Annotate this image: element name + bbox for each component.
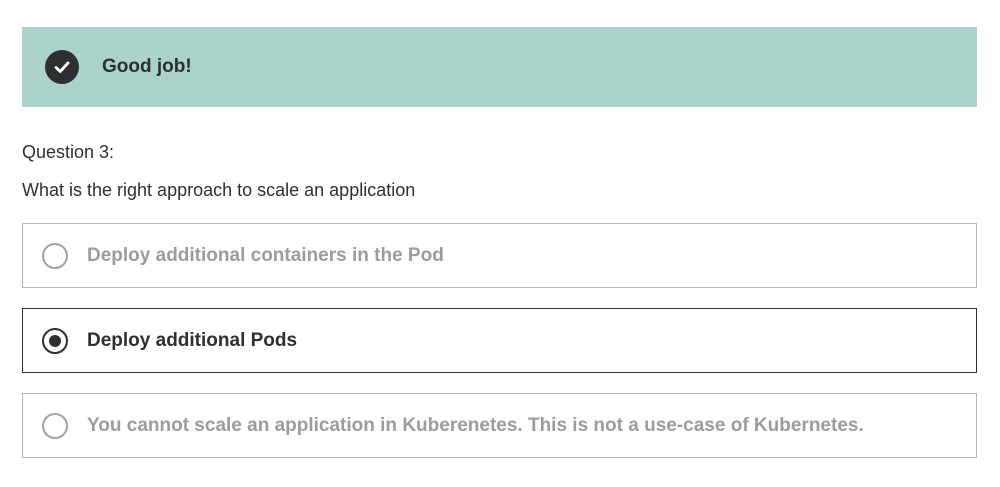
question-text: What is the right approach to scale an a…	[22, 180, 416, 200]
radio-button[interactable]	[42, 328, 68, 354]
radio-button[interactable]	[42, 243, 68, 269]
answer-option-label: Deploy additional containers in the Pod	[87, 245, 444, 266]
radio-button[interactable]	[42, 413, 68, 439]
radio-selected-dot	[49, 335, 61, 347]
answer-option-label: Deploy additional Pods	[87, 330, 298, 351]
feedback-message: Good job!	[102, 56, 192, 77]
question-number: Question 3:	[22, 142, 115, 162]
answer-option-label: You cannot scale an application in Kuber…	[87, 415, 864, 436]
feedback-banner: Good job!	[22, 27, 977, 107]
answer-option-1[interactable]: Deploy additional containers in the Pod	[22, 223, 977, 288]
check-circle-icon	[45, 50, 79, 84]
answer-option-2[interactable]: Deploy additional Pods	[22, 308, 977, 373]
answer-option-3[interactable]: You cannot scale an application in Kuber…	[22, 393, 977, 458]
